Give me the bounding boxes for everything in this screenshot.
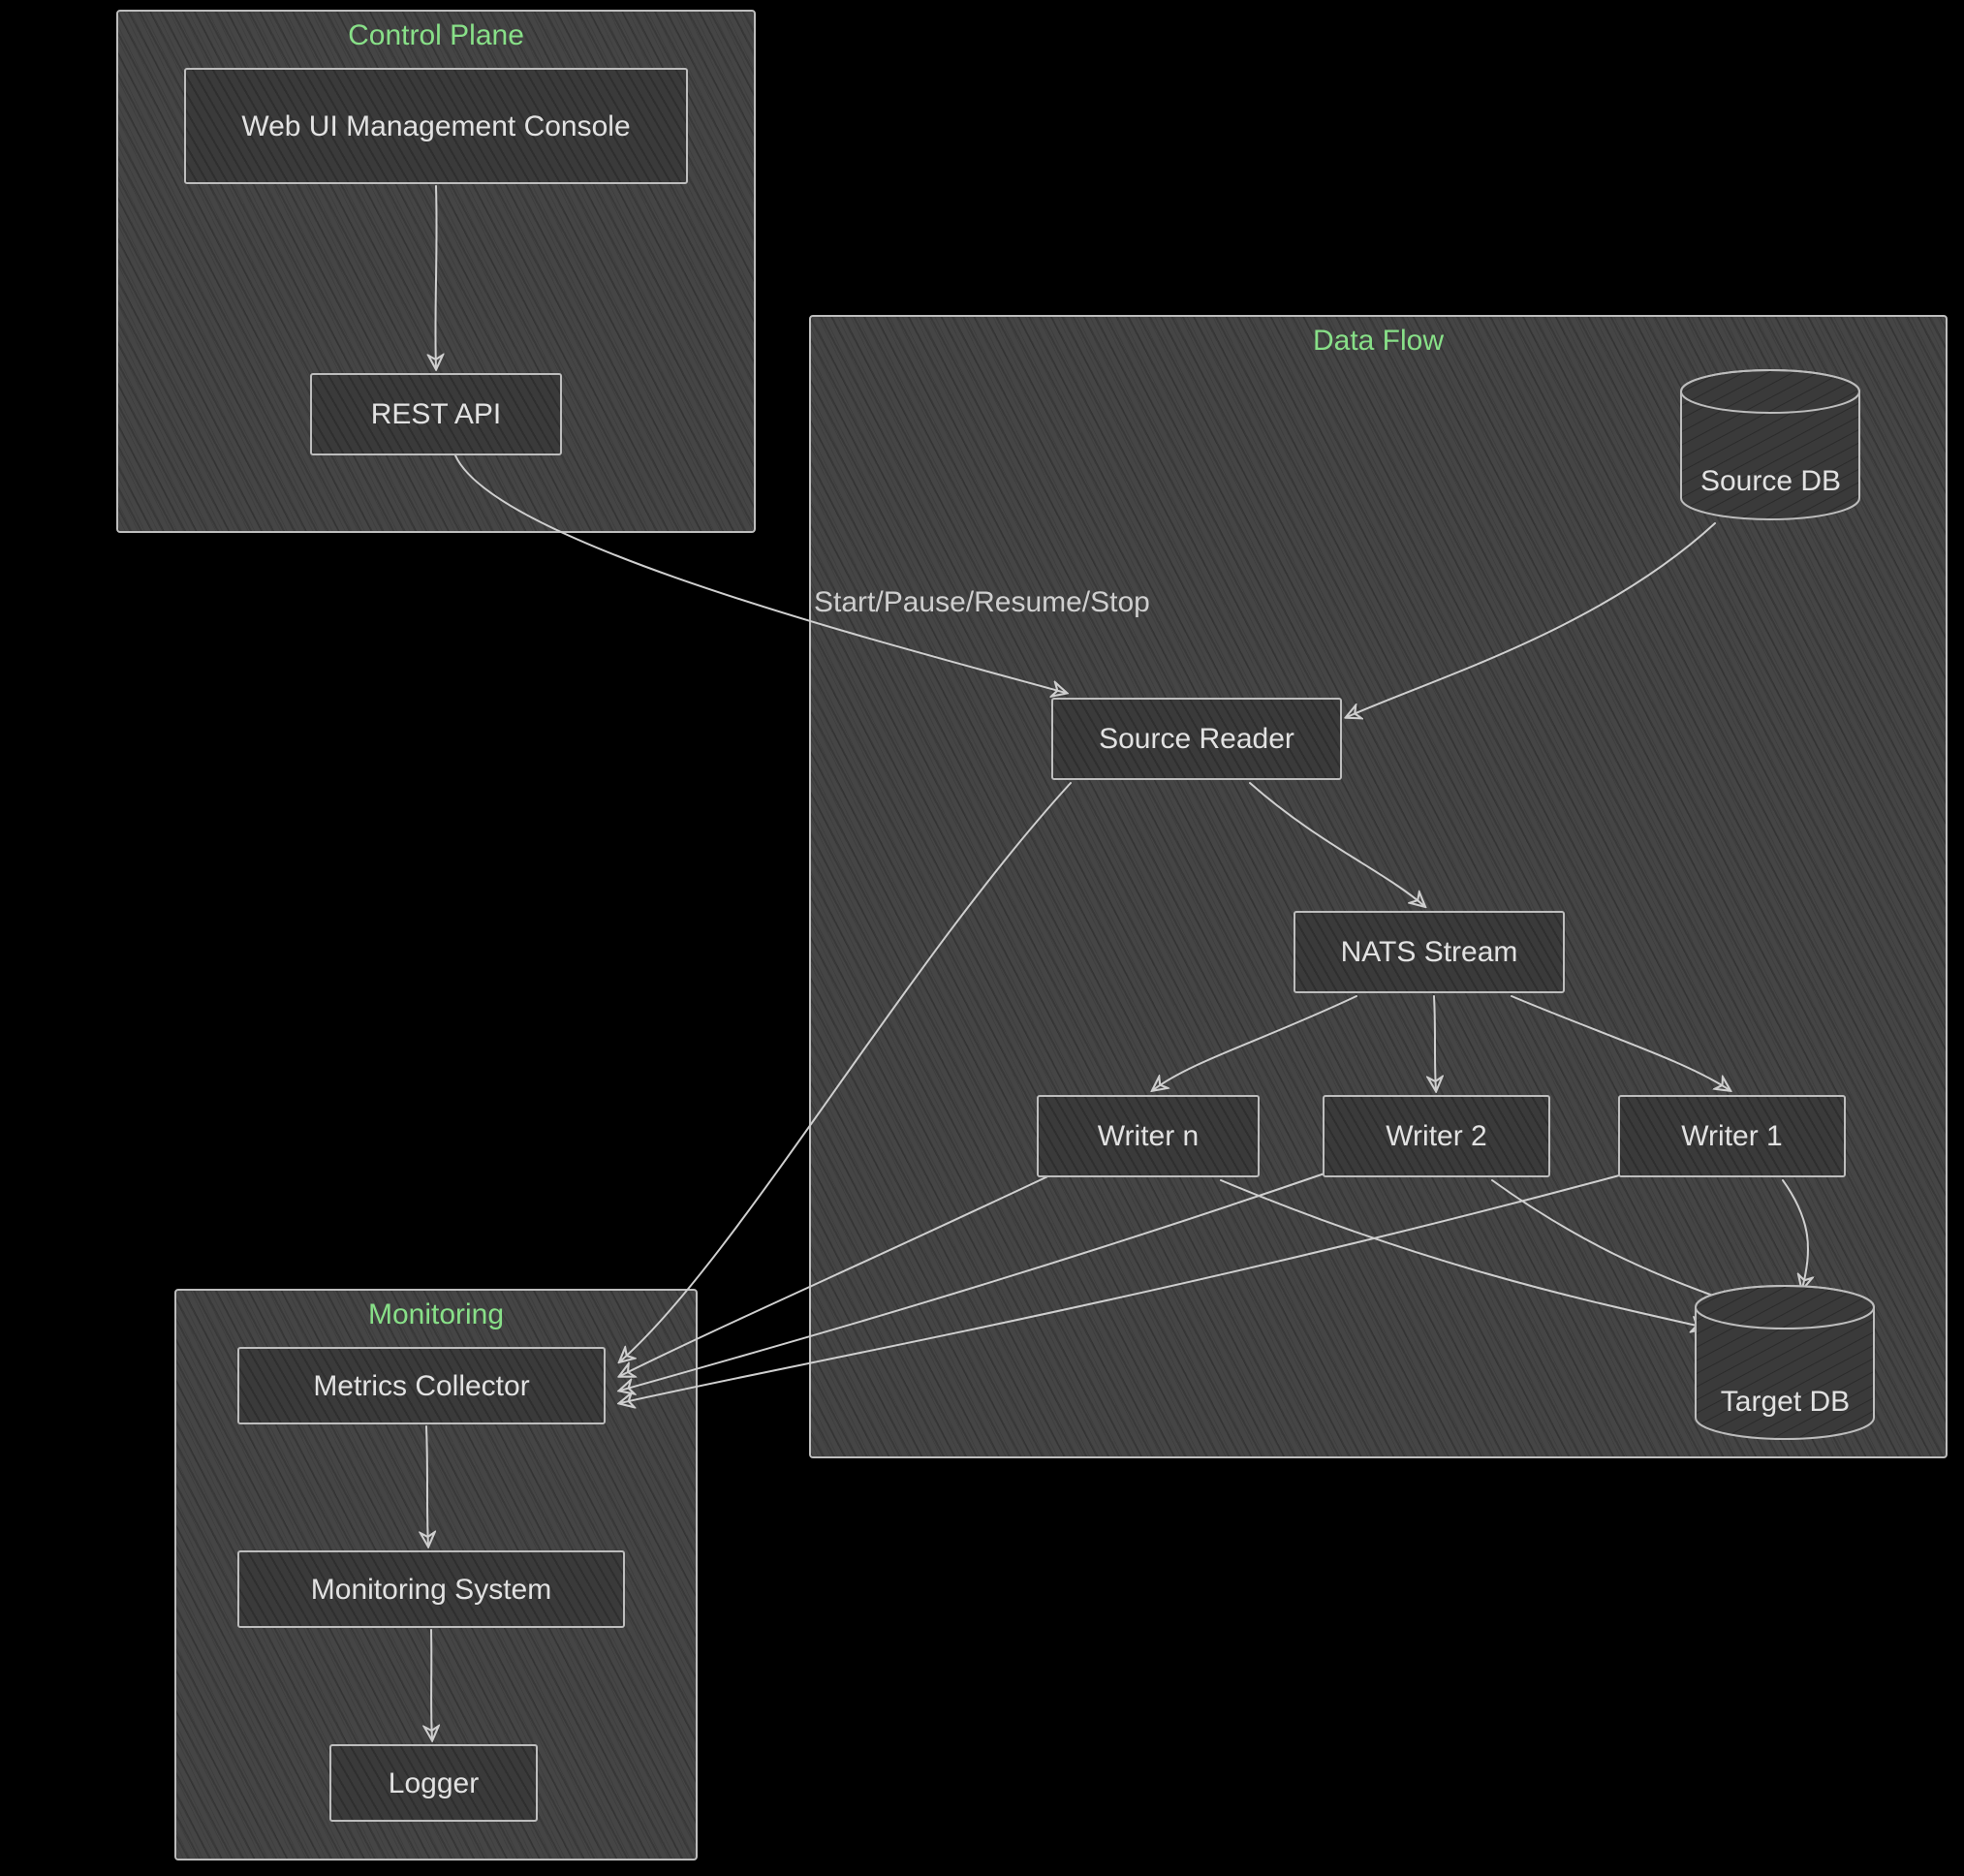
node-label: REST API — [371, 395, 502, 433]
node-label: Logger — [389, 1765, 479, 1802]
node-logger: Logger — [329, 1744, 538, 1822]
node-web-ui: Web UI Management Console — [184, 68, 688, 184]
node-label: Target DB — [1691, 1386, 1880, 1419]
node-writer-1: Writer 1 — [1618, 1095, 1846, 1177]
node-monitoring-system: Monitoring System — [237, 1550, 625, 1628]
node-label: Web UI Management Console — [241, 108, 630, 145]
node-source-db: Source DB — [1676, 368, 1865, 498]
node-writer-2: Writer 2 — [1323, 1095, 1550, 1177]
node-label: Writer 1 — [1681, 1117, 1782, 1155]
node-metrics-collector: Metrics Collector — [237, 1347, 606, 1424]
group-title-control-plane: Control Plane — [118, 19, 754, 52]
node-label: Writer 2 — [1386, 1117, 1486, 1155]
node-nats-stream: NATS Stream — [1294, 911, 1565, 993]
node-target-db: Target DB — [1691, 1284, 1880, 1419]
node-source-reader: Source Reader — [1051, 698, 1342, 780]
group-title-monitoring: Monitoring — [176, 1298, 696, 1331]
node-label: Source Reader — [1099, 720, 1294, 758]
node-label: Source DB — [1676, 465, 1865, 498]
group-title-data-flow: Data Flow — [811, 325, 1946, 358]
node-label: NATS Stream — [1341, 933, 1518, 971]
node-label: Metrics Collector — [313, 1367, 529, 1405]
edge-label-start-pause: Start/Pause/Resume/Stop — [814, 586, 1150, 619]
node-writer-n: Writer n — [1037, 1095, 1260, 1177]
node-rest-api: REST API — [310, 373, 562, 455]
node-label: Monitoring System — [311, 1571, 551, 1609]
node-label: Writer n — [1098, 1117, 1199, 1155]
